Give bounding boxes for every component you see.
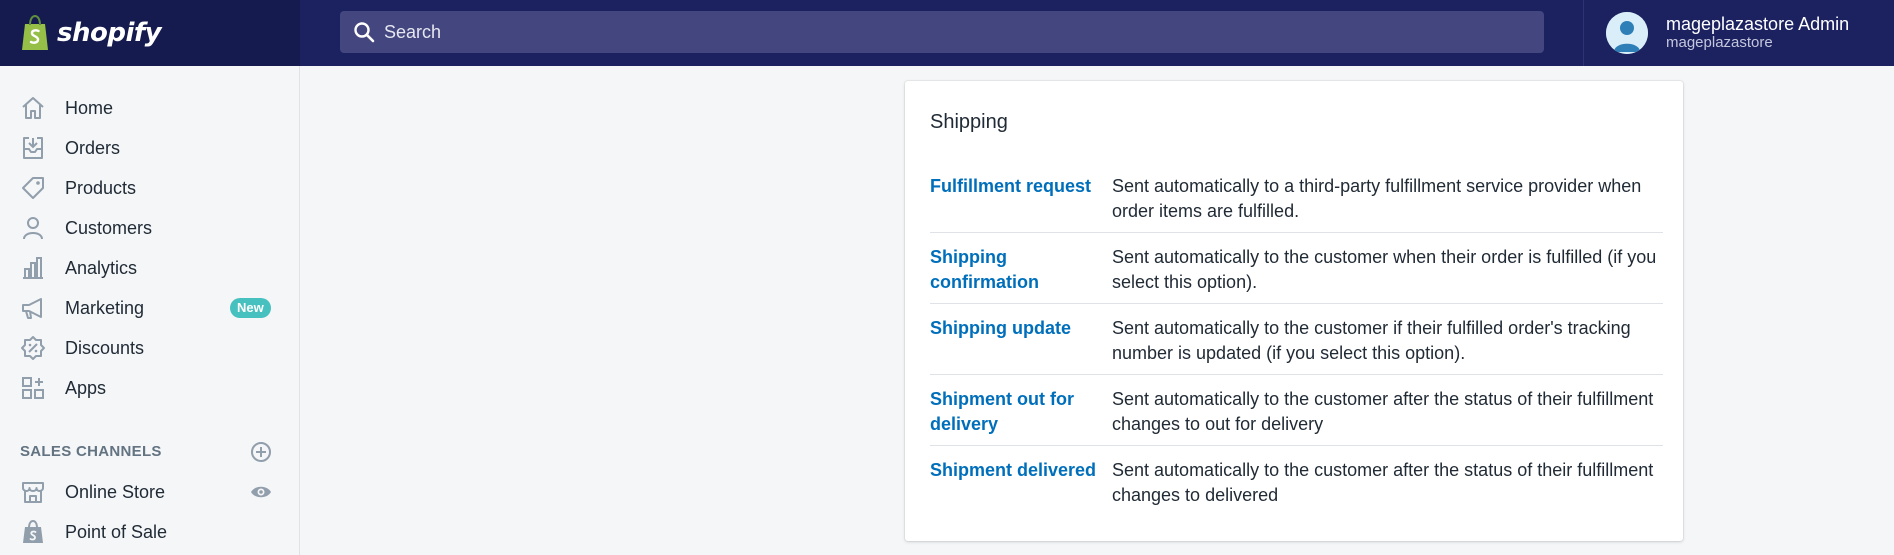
notification-row: Shipment out for delivery Sent automatic… — [930, 387, 1663, 446]
shipping-confirmation-link[interactable]: Shipping confirmation — [930, 245, 1100, 295]
sidebar-item-analytics[interactable]: Analytics — [0, 248, 299, 288]
shipping-card: Shipping Fulfillment request Sent automa… — [905, 81, 1683, 541]
shipment-out-for-delivery-link[interactable]: Shipment out for delivery — [930, 387, 1100, 437]
new-badge: New — [230, 298, 271, 318]
notification-description: Sent automatically to a third-party fulf… — [1112, 176, 1642, 221]
eye-icon[interactable] — [250, 484, 272, 500]
sidebar-item-products[interactable]: Products — [0, 168, 299, 208]
shopify-logo[interactable]: shopify — [0, 0, 300, 66]
orders-icon — [20, 135, 46, 161]
sidebar-item-label: Marketing — [65, 297, 145, 318]
sidebar: Home Orders Products Customers Analytics… — [0, 66, 300, 555]
fulfillment-request-link[interactable]: Fulfillment request — [930, 174, 1100, 199]
sidebar-item-label: Discounts — [65, 337, 145, 358]
sidebar-item-label: Apps — [65, 377, 107, 398]
shipping-update-link[interactable]: Shipping update — [930, 316, 1100, 341]
sidebar-item-label: Products — [65, 177, 137, 198]
home-icon — [20, 95, 46, 121]
card-title: Shipping — [930, 111, 1008, 133]
person-icon — [20, 215, 46, 241]
sales-channels-heading: SALES CHANNELS — [20, 443, 162, 460]
notification-row: Shipment delivered Sent automatically to… — [930, 458, 1663, 517]
notification-row: Shipping confirmation Sent automatically… — [930, 245, 1663, 304]
sidebar-item-customers[interactable]: Customers — [0, 208, 299, 248]
notification-description: Sent automatically to the customer when … — [1112, 247, 1657, 292]
notification-description: Sent automatically to the customer after… — [1112, 389, 1654, 434]
sidebar-item-discounts[interactable]: Discounts — [0, 328, 299, 368]
bar-chart-icon — [20, 255, 46, 281]
sidebar-item-label: Customers — [65, 217, 153, 238]
sidebar-item-label: Online Store — [65, 481, 166, 502]
sidebar-item-marketing[interactable]: Marketing New — [0, 288, 299, 328]
notification-description: Sent automatically to the customer if th… — [1112, 318, 1631, 363]
avatar — [1606, 12, 1648, 54]
notification-row: Fulfillment request Sent automatically t… — [930, 174, 1663, 233]
sidebar-item-label: Analytics — [65, 257, 138, 278]
user-menu[interactable]: mageplazastore Admin mageplazastore — [1583, 0, 1894, 66]
user-name: mageplazastore Admin — [1666, 14, 1850, 34]
sidebar-item-label: Point of Sale — [65, 521, 168, 542]
top-bar: shopify mageplazastore Admin mageplazast… — [0, 0, 1894, 66]
brand-name: shopify — [57, 18, 162, 48]
tag-icon — [20, 175, 46, 201]
search-bar[interactable] — [340, 11, 1544, 53]
avatar-person-icon — [1606, 12, 1648, 54]
search-input[interactable] — [384, 21, 1484, 43]
shopify-bag-icon — [22, 14, 48, 50]
discount-icon — [20, 335, 46, 361]
store-icon — [20, 479, 46, 505]
sidebar-item-label: Orders — [65, 137, 121, 158]
apps-icon — [20, 375, 46, 401]
sidebar-item-home[interactable]: Home — [0, 88, 299, 128]
megaphone-icon — [20, 295, 46, 321]
sidebar-item-label: Home — [65, 97, 114, 118]
store-name: mageplazastore — [1666, 34, 1773, 51]
shopify-bag-icon — [20, 519, 46, 545]
sidebar-item-online-store[interactable]: Online Store — [0, 472, 299, 512]
search-icon — [354, 22, 375, 43]
shipment-delivered-link[interactable]: Shipment delivered — [930, 458, 1100, 483]
sidebar-item-apps[interactable]: Apps — [0, 368, 299, 408]
notification-row: Shipping update Sent automatically to th… — [930, 316, 1663, 375]
sidebar-item-orders[interactable]: Orders — [0, 128, 299, 168]
notification-description: Sent automatically to the customer after… — [1112, 460, 1654, 505]
sidebar-item-point-of-sale[interactable]: Point of Sale — [0, 512, 299, 552]
add-circle-icon[interactable] — [250, 441, 272, 463]
